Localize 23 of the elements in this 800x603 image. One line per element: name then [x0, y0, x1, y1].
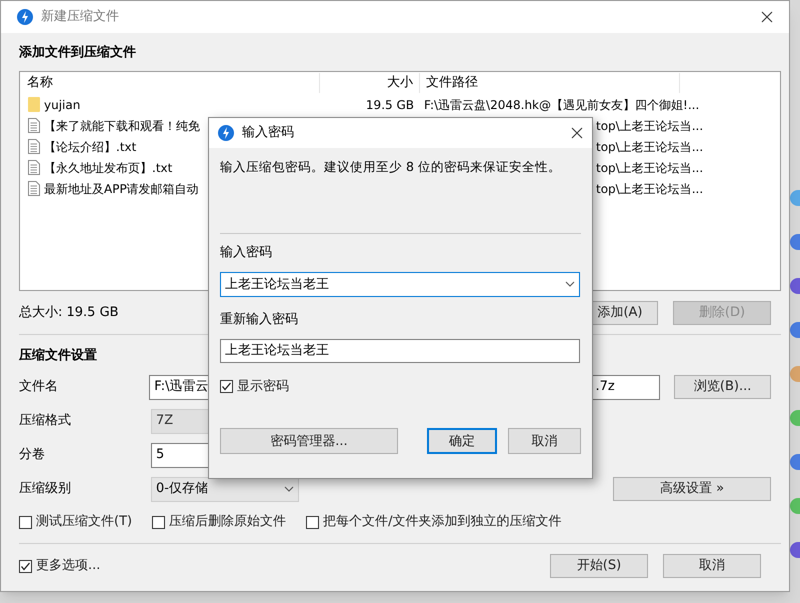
field-label: 重新输入密码 [220, 312, 299, 328]
total-size: 总大小: 19.5 GB [19, 304, 119, 322]
window-title: 新建压缩文件 [41, 8, 119, 26]
file-path: top\上老王论坛当... [595, 180, 704, 198]
dialog-title: 输入密码 [242, 124, 294, 142]
section-heading: 添加文件到压缩文件 [19, 45, 137, 61]
file-path: top\上老王论坛当... [595, 138, 704, 156]
field-label: 分卷 [19, 446, 46, 464]
dialog-description: 输入压缩包密码。建议使用至少 8 位的密码来保证安全性。 [220, 158, 562, 176]
file-size: 19.5 GB [364, 96, 415, 114]
file-name: 【永久地址发布页】.txt [44, 160, 172, 176]
field-label: 压缩级别 [19, 480, 72, 498]
file-name: 【来了就能下载和观看！纯免 [44, 118, 200, 134]
file-path: top\上老王论坛当... [595, 118, 704, 134]
file-name: 最新地址及APP请发邮箱自动 [44, 180, 199, 198]
field-label: 文件名 [19, 378, 59, 396]
field-label: 输入密码 [220, 244, 273, 261]
field-label: 压缩格式 [19, 412, 72, 430]
file-name: yujian [44, 96, 80, 114]
file-name: 【论坛介绍】.txt [44, 138, 136, 156]
section-heading: 压缩文件设置 [19, 348, 97, 364]
file-path: F:\迅雷云盘\2048.hk@【遇见前女友】四个御姐!... [423, 96, 700, 114]
file-path: top\上老王论坛当... [595, 160, 704, 176]
